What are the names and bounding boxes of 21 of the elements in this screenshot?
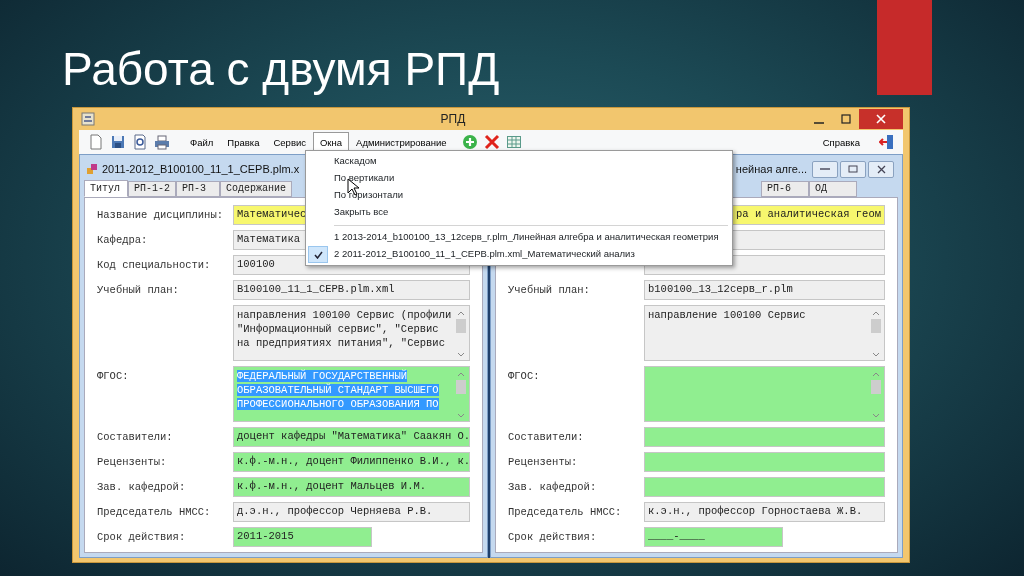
field-label: Рецензенты: (97, 455, 167, 470)
field-label: Срок действия: (508, 530, 597, 545)
slide-title: Работа с двумя РПД (62, 42, 500, 97)
field-label: Составители: (508, 430, 584, 445)
document-title: нейная алге... (735, 161, 807, 177)
field-label: Учебный план: (508, 283, 590, 298)
field-label: Председатель НМСС: (508, 505, 622, 520)
field-label: Кафедра: (97, 233, 148, 248)
field-label: ФГОС: (97, 369, 129, 384)
field-label: Рецензенты: (508, 455, 578, 470)
field-label: Название дисциплины: (97, 208, 224, 223)
field-label: Председатель НМСС: (97, 505, 211, 520)
window-title: РПД (439, 111, 467, 128)
field-label: Срок действия: (97, 530, 186, 545)
field-label: Учебный план: (97, 283, 179, 298)
field-label: Зав. кафедрой: (508, 480, 597, 495)
field-label: Составители: (97, 430, 173, 445)
document-title: 2011-2012_B100100_11_1_СЕРВ.plm.x (102, 161, 300, 177)
field-label: Код специальности: (97, 258, 211, 273)
field-label: Зав. кафедрой: (97, 480, 186, 495)
field-label: ФГОС: (508, 369, 540, 384)
